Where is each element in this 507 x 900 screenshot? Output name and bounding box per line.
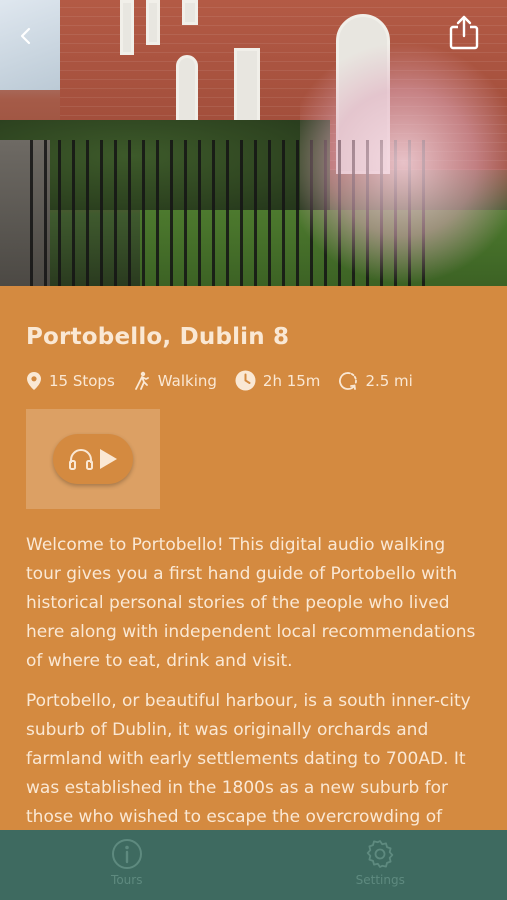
hero-window xyxy=(120,0,134,55)
hero-window xyxy=(146,0,160,45)
route-loop-icon xyxy=(339,371,358,390)
tour-stats: 15 Stops Walking 2h 15m 2.5 mi xyxy=(26,370,481,391)
tour-description: Welcome to Portobello! This digital audi… xyxy=(26,531,481,830)
description-paragraph: Welcome to Portobello! This digital audi… xyxy=(26,535,476,671)
back-button[interactable] xyxy=(10,20,42,52)
stat-mode: Walking xyxy=(133,371,217,391)
map-pin-icon xyxy=(27,371,41,390)
stat-stops-label: 15 Stops xyxy=(49,371,115,390)
hero-image xyxy=(0,0,507,286)
stat-mode-label: Walking xyxy=(157,371,217,390)
stat-duration-label: 2h 15m xyxy=(262,371,321,390)
share-button[interactable] xyxy=(446,12,482,52)
stat-distance: 2.5 mi xyxy=(338,371,413,391)
bottom-tab-bar: Tours Settings xyxy=(0,830,507,900)
tab-settings[interactable]: Settings xyxy=(254,830,507,900)
walking-icon xyxy=(134,371,149,390)
tab-tours-label: Tours xyxy=(111,873,143,887)
stat-distance-label: 2.5 mi xyxy=(365,371,413,390)
tab-tours[interactable]: Tours xyxy=(0,830,254,900)
play-audio-button[interactable] xyxy=(53,434,133,484)
hero-window xyxy=(182,0,198,25)
gear-icon xyxy=(367,840,394,868)
play-icon xyxy=(100,449,117,469)
clock-icon xyxy=(235,370,256,391)
headphones-icon xyxy=(69,449,93,470)
description-paragraph: Portobello, or beautiful harbour, is a s… xyxy=(26,691,471,827)
tour-detail: Portobello, Dublin 8 15 Stops Walking 2h… xyxy=(0,286,507,830)
tour-title: Portobello, Dublin 8 xyxy=(26,324,290,350)
stat-stops: 15 Stops xyxy=(26,371,115,391)
audio-player-card xyxy=(26,409,160,509)
info-icon xyxy=(111,839,142,869)
tab-settings-label: Settings xyxy=(355,873,405,887)
stat-duration: 2h 15m xyxy=(235,370,321,391)
hero-blossom-tree xyxy=(300,40,507,286)
share-icon xyxy=(449,15,479,50)
chevron-left-icon xyxy=(20,27,31,45)
